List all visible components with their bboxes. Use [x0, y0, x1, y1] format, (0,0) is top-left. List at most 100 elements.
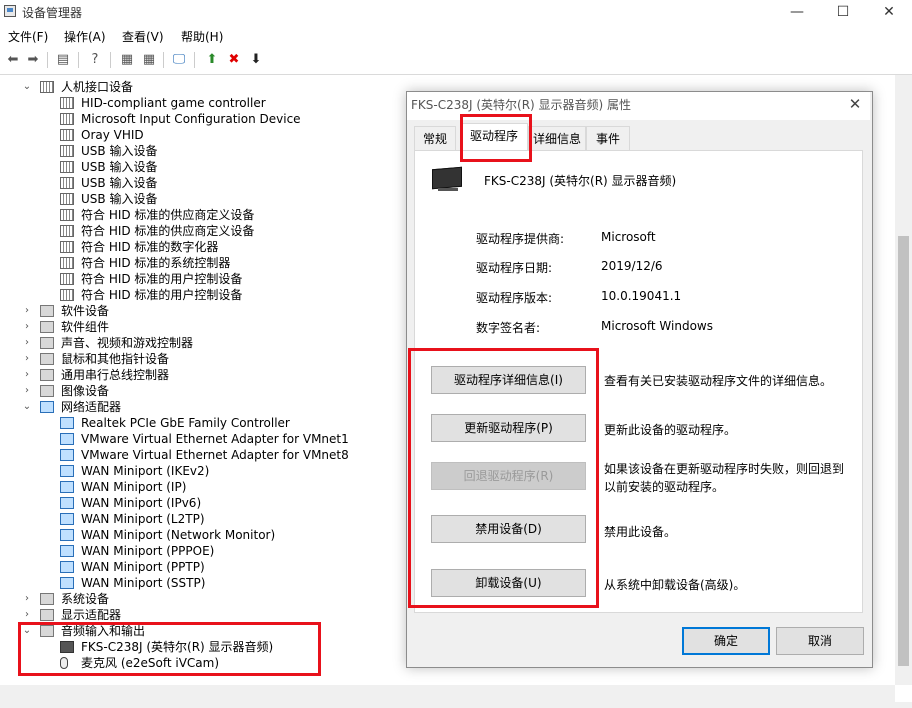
tree-item-label: VMware Virtual Ethernet Adapter for VMne…: [81, 448, 349, 462]
window-title: 设备管理器: [22, 6, 83, 20]
tree-item-label: 软件设备: [61, 304, 110, 318]
hid-device-icon: [60, 129, 74, 141]
network-adapter-icon: [60, 465, 74, 477]
properties-icon[interactable]: ▤: [54, 51, 72, 69]
monitor-icon: [432, 166, 462, 190]
expand-chevron-icon[interactable]: ›: [22, 607, 32, 623]
tab-details[interactable]: 详细信息: [528, 126, 586, 150]
driver-version-value: 10.0.19041.1: [601, 289, 682, 303]
tree-item-label: WAN Miniport (L2TP): [81, 512, 205, 526]
network-adapter-icon: [60, 449, 74, 461]
menu-help[interactable]: 帮助(H): [181, 28, 223, 45]
tree-item-label: 符合 HID 标准的用户控制设备: [81, 288, 243, 302]
network-adapter-icon: [60, 497, 74, 509]
forward-arrow-icon[interactable]: ➡: [24, 51, 42, 69]
hid-device-icon: [40, 81, 54, 93]
back-arrow-icon[interactable]: ⬅: [4, 51, 22, 69]
device-category-icon: [40, 369, 54, 381]
collapse-chevron-icon[interactable]: ⌄: [22, 79, 32, 95]
expand-chevron-icon[interactable]: ›: [22, 351, 32, 367]
hid-device-icon: [60, 241, 74, 253]
network-adapter-icon: [60, 513, 74, 525]
scan-monitor-icon[interactable]: 🖵: [170, 51, 188, 69]
tree-item-label: USB 输入设备: [81, 192, 158, 206]
driver-date-value: 2019/12/6: [601, 259, 663, 273]
network-adapter-icon: [60, 545, 74, 557]
expand-chevron-icon[interactable]: ›: [22, 367, 32, 383]
device-category-icon: [40, 305, 54, 317]
hid-device-icon: [60, 273, 74, 285]
network-adapter-icon: [60, 561, 74, 573]
horizontal-scrollbar[interactable]: [0, 685, 895, 702]
tree-item-label: Oray VHID: [81, 128, 144, 142]
tree-item-label: 显示适配器: [61, 608, 122, 622]
dialog-close-icon[interactable]: ✕: [846, 95, 864, 113]
highlight-driver-tab: [460, 114, 532, 162]
expand-chevron-icon[interactable]: ›: [22, 303, 32, 319]
device-category-icon: [40, 337, 54, 349]
network-adapter-icon: [60, 577, 74, 589]
device-category-icon: [40, 593, 54, 605]
menu-action[interactable]: 操作(A): [64, 28, 106, 45]
expand-chevron-icon[interactable]: ›: [22, 591, 32, 607]
tab-events[interactable]: 事件: [586, 126, 630, 150]
update-driver-desc: 更新此设备的驱动程序。: [604, 423, 737, 437]
help-icon[interactable]: ?: [86, 51, 104, 69]
uninstall-icon[interactable]: ✖: [225, 51, 243, 69]
toolbar-separator: [194, 52, 195, 68]
menu-view[interactable]: 查看(V): [122, 28, 164, 45]
tree-item-label: WAN Miniport (IP): [81, 480, 187, 494]
toolbar-separator: [110, 52, 111, 68]
toolbar: [0, 46, 912, 75]
disable-icon[interactable]: ⬇: [247, 51, 265, 69]
tree-item-label: 软件组件: [61, 320, 110, 334]
tree-item-label: 系统设备: [61, 592, 110, 606]
network-adapter-icon: [40, 401, 54, 413]
driver-details-desc: 查看有关已安装驱动程序文件的详细信息。: [604, 374, 833, 388]
driver-provider-value: Microsoft: [601, 230, 656, 244]
hid-device-icon: [60, 209, 74, 221]
minimize-button[interactable]: —: [774, 0, 820, 24]
disable-device-desc: 禁用此设备。: [604, 525, 677, 539]
hid-device-icon: [60, 193, 74, 205]
tree-item-label: USB 输入设备: [81, 144, 158, 158]
resources-icon[interactable]: ▦: [140, 51, 158, 69]
close-button[interactable]: ✕: [866, 0, 912, 24]
collapse-chevron-icon[interactable]: ⌄: [22, 399, 32, 415]
rollback-driver-desc: 如果该设备在更新驱动程序时失败，则回退到以前安装的驱动程序。: [604, 462, 845, 494]
maximize-button[interactable]: ☐: [820, 0, 866, 24]
expand-chevron-icon[interactable]: ›: [22, 335, 32, 351]
expand-chevron-icon[interactable]: ›: [22, 383, 32, 399]
hid-device-icon: [60, 161, 74, 173]
view-icon[interactable]: ▦: [118, 51, 136, 69]
tab-general[interactable]: 常规: [414, 126, 456, 150]
uninstall-device-desc: 从系统中卸载设备(高级)。: [604, 578, 746, 592]
expand-chevron-icon[interactable]: ›: [22, 319, 32, 335]
hid-device-icon: [60, 97, 74, 109]
driver-provider-label: 驱动程序提供商:: [476, 232, 565, 246]
menu-file[interactable]: 文件(F): [8, 28, 48, 45]
driver-date-label: 驱动程序日期:: [476, 261, 553, 275]
cancel-button[interactable]: 取消: [776, 627, 864, 655]
device-name: FKS-C238J (英特尔(R) 显示器音频): [484, 174, 677, 188]
network-adapter-icon: [60, 481, 74, 493]
ok-button[interactable]: 确定: [682, 627, 770, 655]
hid-device-icon: [60, 257, 74, 269]
toolbar-separator: [163, 52, 164, 68]
network-adapter-icon: [60, 433, 74, 445]
tree-item-label: 网络适配器: [61, 400, 122, 414]
driver-version-label: 驱动程序版本:: [476, 291, 553, 305]
tree-item-label: 声音、视频和游戏控制器: [61, 336, 194, 350]
device-category-icon: [40, 353, 54, 365]
update-driver-icon[interactable]: ⬆: [203, 51, 221, 69]
tree-item-label: HID-compliant game controller: [81, 96, 266, 110]
tree-item-label: WAN Miniport (PPTP): [81, 560, 205, 574]
tree-item-label: 符合 HID 标准的用户控制设备: [81, 272, 243, 286]
tree-item-label: 鼠标和其他指针设备: [61, 352, 170, 366]
tree-item-label: WAN Miniport (IKEv2): [81, 464, 210, 478]
hid-device-icon: [60, 113, 74, 125]
hid-device-icon: [60, 145, 74, 157]
device-manager-icon: [4, 5, 16, 17]
scrollbar-thumb[interactable]: [898, 236, 909, 666]
tree-item-label: 图像设备: [61, 384, 110, 398]
